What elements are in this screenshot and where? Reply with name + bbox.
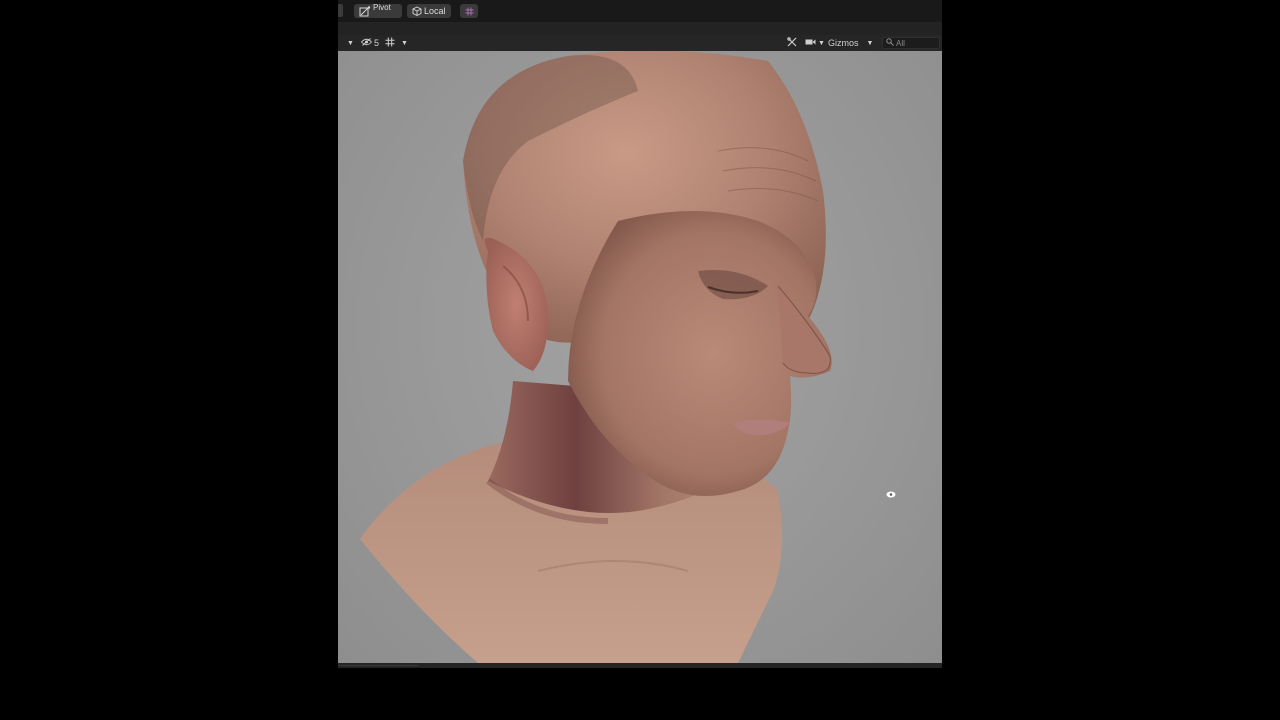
grid-toggle-icon [385, 37, 395, 49]
gizmos-label: Gizmos [828, 38, 859, 48]
viewport-bottom-bar [338, 663, 942, 668]
toolbar-handle[interactable] [338, 4, 343, 17]
orientation-marker-icon[interactable] [886, 485, 896, 498]
grid-snap-button[interactable] [460, 4, 478, 18]
draw-mode-dropdown[interactable]: ▼ [347, 35, 354, 51]
grid-dropdown[interactable]: ▼ [401, 35, 408, 51]
main-toolbar: Pivot Local [338, 0, 942, 23]
toolbar-spacer [338, 22, 942, 35]
camera-settings-dropdown[interactable]: ▼ [805, 35, 825, 51]
search-icon [886, 38, 894, 48]
local-button[interactable]: Local [407, 4, 451, 18]
scene-editor-window: Pivot Local ▼ 5 ▼ ▼ Gizmos ▼ All [338, 0, 942, 668]
chevron-down-icon: ▼ [347, 39, 354, 47]
chevron-down-icon: ▼ [401, 39, 408, 47]
scene-visibility-toggle[interactable]: 5 [360, 35, 380, 51]
tools-icon [787, 37, 797, 49]
search-input[interactable] [896, 38, 940, 48]
grid-snap-icon [465, 7, 474, 16]
local-label: Local [424, 5, 446, 16]
camera-icon [805, 38, 816, 48]
scene-view-toolbar: ▼ 5 ▼ ▼ Gizmos ▼ All [338, 35, 942, 52]
gizmos-dropdown[interactable]: Gizmos ▼ [828, 35, 873, 51]
scene-viewport[interactable] [338, 51, 942, 663]
local-cube-icon [412, 6, 422, 16]
head-bust-model[interactable] [338, 51, 942, 663]
chevron-down-icon: ▼ [818, 39, 825, 47]
pivot-button[interactable]: Pivot [354, 4, 402, 18]
visibility-icon [360, 38, 373, 48]
grid-toggle-button[interactable] [385, 35, 395, 51]
pivot-label: Pivot [373, 3, 391, 12]
hidden-count: 5 [374, 38, 380, 48]
pivot-icon [359, 5, 371, 17]
chevron-down-icon: ▼ [866, 39, 874, 47]
tools-button[interactable] [787, 35, 797, 51]
scene-search-field[interactable] [882, 37, 940, 49]
